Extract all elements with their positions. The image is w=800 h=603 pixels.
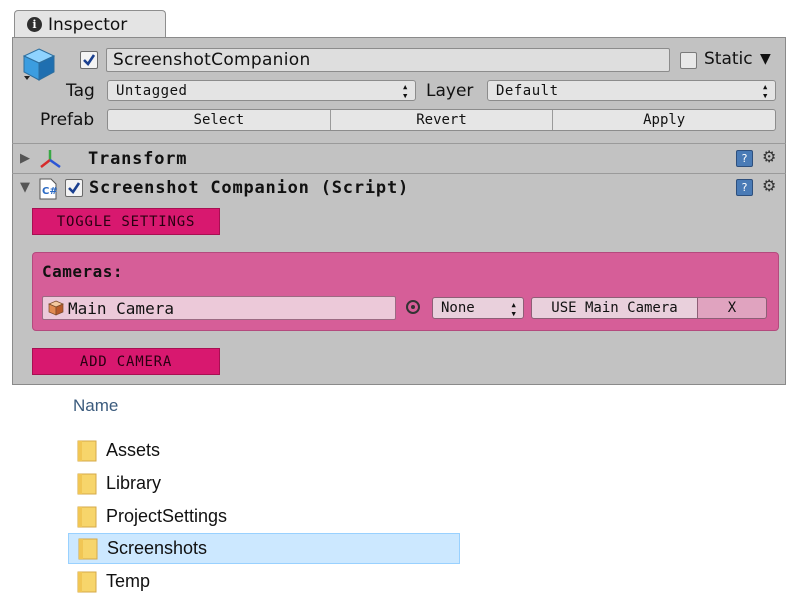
cameras-label: Cameras: (42, 262, 124, 281)
layer-value: Default (496, 82, 559, 99)
static-checkbox[interactable] (680, 52, 697, 69)
folder-icon (77, 440, 97, 461)
folder-icon (77, 473, 97, 494)
folder-name: Library (106, 473, 162, 493)
divider (12, 143, 786, 144)
camera-object-field[interactable]: Main Camera (42, 296, 396, 320)
tag-dropdown[interactable]: Untagged ▴ ▾ (107, 80, 416, 101)
prefab-label: Prefab (40, 110, 95, 130)
camera-object-value: Main Camera (68, 298, 174, 318)
help-icon[interactable]: ? (736, 179, 753, 196)
prefab-button-group: Select Revert Apply (107, 109, 776, 131)
transform-axes-icon (40, 150, 61, 169)
prefab-revert-button[interactable]: Revert (331, 110, 554, 130)
updown-arrow-icon: ▴ ▾ (401, 80, 409, 102)
object-name-field[interactable]: ScreenshotCompanion (106, 48, 670, 72)
use-main-camera-button[interactable]: USE Main Camera (531, 297, 698, 319)
checkmark-icon (68, 182, 81, 195)
layer-label: Layer (426, 81, 474, 101)
folder-name: Screenshots (107, 538, 208, 558)
help-icon[interactable]: ? (736, 150, 753, 167)
toggle-settings-button[interactable]: TOGGLE SETTINGS (32, 208, 220, 235)
list-item[interactable]: Library (68, 468, 460, 499)
name-column-header[interactable]: Name (73, 396, 118, 416)
folder-name: ProjectSettings (106, 506, 228, 526)
folder-icon (77, 506, 97, 527)
prefab-apply-button[interactable]: Apply (553, 110, 775, 130)
static-dropdown-icon[interactable]: ▼ (760, 51, 771, 67)
tag-value: Untagged (116, 82, 188, 99)
svg-text:C#: C# (42, 186, 58, 197)
list-item-selected[interactable]: Screenshots (68, 533, 460, 564)
camera-mode-value: None (441, 300, 475, 316)
object-picker-icon[interactable] (406, 300, 420, 314)
foldout-right-icon[interactable]: ▶ (20, 151, 30, 166)
gear-icon[interactable]: ⚙ (762, 176, 776, 195)
static-label: Static (704, 49, 753, 69)
script-enabled-checkbox[interactable] (65, 179, 83, 197)
script-title[interactable]: Screenshot Companion (Script) (89, 178, 409, 198)
folder-icon (77, 571, 97, 592)
updown-arrow-icon: ▴ ▾ (761, 80, 769, 102)
prefab-select-button[interactable]: Select (108, 110, 331, 130)
list-item[interactable]: Temp (68, 566, 460, 597)
info-icon: i (27, 17, 42, 32)
inspector-tab-label: Inspector (48, 14, 128, 35)
camera-object-icon (48, 300, 64, 316)
gear-icon[interactable]: ⚙ (762, 147, 776, 166)
checkmark-icon (83, 54, 96, 67)
gameobject-cube-icon (22, 48, 56, 81)
foldout-down-icon[interactable]: ▼ (20, 180, 30, 195)
list-item[interactable]: ProjectSettings (68, 501, 460, 532)
add-camera-button[interactable]: ADD CAMERA (32, 348, 220, 375)
camera-mode-dropdown[interactable]: None ▴ ▾ (432, 297, 524, 319)
folder-name: Temp (106, 571, 151, 591)
divider (12, 173, 786, 174)
layer-dropdown[interactable]: Default ▴ ▾ (487, 80, 776, 101)
active-checkbox[interactable] (80, 51, 98, 69)
remove-camera-button[interactable]: X (697, 297, 767, 319)
folder-icon (78, 538, 98, 559)
folder-name: Assets (106, 440, 161, 460)
tag-label: Tag (66, 81, 95, 101)
csharp-script-icon: C# (39, 178, 58, 200)
transform-title[interactable]: Transform (88, 149, 187, 169)
updown-arrow-icon: ▴ ▾ (510, 298, 517, 320)
list-item[interactable]: Assets (68, 435, 460, 466)
inspector-tab[interactable]: i Inspector (14, 10, 166, 38)
